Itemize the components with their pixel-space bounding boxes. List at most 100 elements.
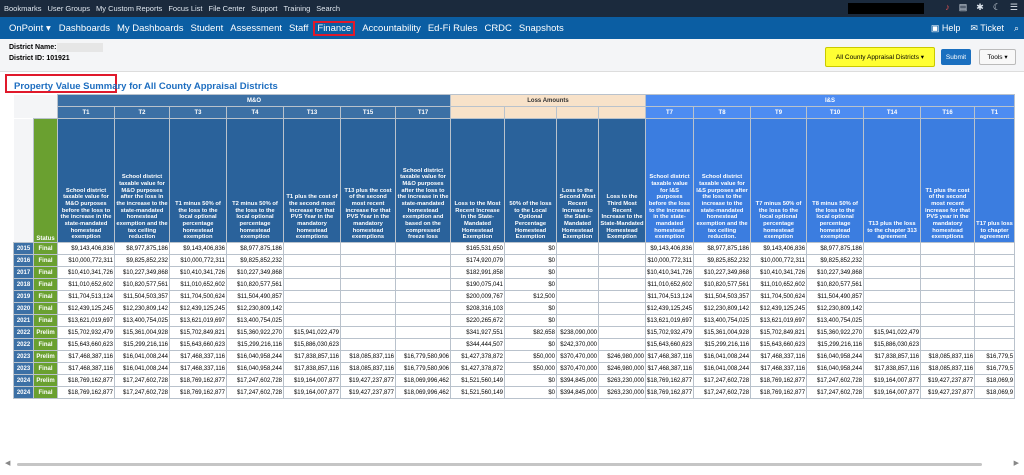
main-nav: OnPoint ▾ Dashboards My Dashboards Student… (0, 17, 1024, 39)
value-cell: $1,521,560,149 (450, 386, 505, 399)
value-cell: $0 (504, 254, 557, 267)
dropdown-label: All County Appraisal Districts (835, 53, 919, 61)
menu-icon[interactable]: ☰ (1010, 2, 1018, 13)
nav-item-accountability[interactable]: Accountability (362, 23, 421, 34)
value-cell: $0 (504, 302, 557, 315)
value-cell: $18,069,9 (974, 386, 1016, 399)
value-cell: $16,041,008,244 (114, 362, 170, 375)
utility-link[interactable]: Search (316, 4, 340, 13)
column-description: Loss to the Second Most Recent Increase … (556, 118, 599, 243)
value-cell: $15,941,022,479 (863, 326, 922, 339)
value-cell (340, 302, 396, 315)
column-code: T9 (750, 106, 808, 119)
group-is: I&S (644, 94, 1016, 107)
value-cell: $17,247,602,728 (226, 374, 284, 387)
brand-menu[interactable]: OnPoint ▾ (9, 23, 51, 34)
value-cell: $17,468,337,116 (169, 362, 227, 375)
value-cell: $19,427,237,877 (920, 374, 976, 387)
value-cell: $18,769,162,877 (644, 374, 695, 387)
scroll-thumb[interactable] (17, 463, 982, 466)
value-cell: $82,658 (504, 326, 557, 339)
nav-item-finance[interactable]: Finance (313, 20, 356, 36)
bell-icon[interactable]: ♪ (945, 2, 950, 13)
table-row: 2017 Final $10,410,341,726 $10,227,349,868 $… (13, 266, 1016, 279)
value-cell: $0 (504, 338, 557, 351)
value-cell: $18,769,162,877 (57, 386, 115, 399)
value-cell (395, 302, 451, 315)
submit-button[interactable]: Submit (941, 49, 971, 65)
nav-item-ed-fi-rules[interactable]: Ed-Fi Rules (428, 23, 478, 34)
year-cell: 2017 (13, 266, 34, 279)
gear-icon[interactable]: ✱ (976, 2, 984, 13)
search-icon[interactable]: ⌕ (1014, 23, 1019, 34)
value-cell: $11,704,513,124 (644, 290, 695, 303)
value-cell (556, 242, 599, 255)
year-cell: 2022 (13, 326, 34, 339)
value-cell: $8,977,875,186 (693, 242, 752, 255)
district-id: District ID: 101921 (9, 55, 70, 62)
value-cell (863, 254, 922, 267)
value-cell: $10,820,577,561 (806, 278, 865, 291)
value-cell: $11,010,652,602 (169, 278, 227, 291)
appraisal-district-dropdown[interactable]: All County Appraisal Districts ▾ (825, 47, 935, 67)
value-cell: $10,227,349,868 (806, 266, 865, 279)
moon-icon[interactable]: ☾ (993, 2, 1001, 13)
value-cell: $9,825,852,232 (114, 254, 170, 267)
value-cell: $18,069,996,462 (395, 386, 451, 399)
value-cell: $10,410,341,726 (644, 266, 695, 279)
value-cell (863, 242, 922, 255)
value-cell: $8,977,875,186 (806, 242, 865, 255)
utility-link[interactable]: My Custom Reports (96, 4, 162, 13)
utility-link[interactable]: User Groups (48, 4, 91, 13)
help-link[interactable]: ▣ Help (931, 23, 961, 34)
nav-item-my-dashboards[interactable]: My Dashboards (117, 23, 184, 34)
value-cell: $17,838,857,116 (283, 362, 341, 375)
status-cell: Prelim (33, 350, 58, 363)
scroll-left-icon[interactable]: ◀ (5, 459, 10, 467)
nav-item-staff[interactable]: Staff (289, 23, 308, 34)
column-description: T17 plus loss to chapter agreement (974, 118, 1016, 243)
utility-link[interactable]: Focus List (168, 4, 202, 13)
table-row: 2024 Final $18,769,162,877 $17,247,602,728 $… (13, 386, 1016, 399)
value-cell: $9,825,852,232 (226, 254, 284, 267)
value-cell (556, 278, 599, 291)
nav-item-dashboards[interactable]: Dashboards (59, 23, 110, 34)
value-cell (598, 290, 646, 303)
tools-button[interactable]: Tools ▾ (979, 49, 1016, 65)
nav-item-assessment[interactable]: Assessment (230, 23, 282, 34)
value-cell: $9,825,852,232 (693, 254, 752, 267)
value-cell (283, 278, 341, 291)
ticket-link[interactable]: ✉ Ticket (970, 23, 1004, 34)
value-cell: $263,230,000 (598, 386, 646, 399)
value-cell: $11,010,652,602 (57, 278, 115, 291)
utility-link[interactable]: File Center (209, 4, 246, 13)
print-icon[interactable]: ▤ (959, 2, 968, 13)
year-cell: 2024 (13, 374, 34, 387)
value-cell (920, 290, 976, 303)
nav-item-crdc[interactable]: CRDC (484, 23, 511, 34)
value-cell (920, 326, 976, 339)
horizontal-scrollbar[interactable]: ◀ ▶ (3, 459, 1021, 469)
value-cell (974, 266, 1016, 279)
value-cell: $13,400,754,025 (226, 314, 284, 327)
column-code (504, 106, 557, 119)
value-cell: $8,977,875,186 (226, 242, 284, 255)
value-cell: $11,504,503,357 (693, 290, 752, 303)
value-cell (598, 338, 646, 351)
value-cell: $12,439,125,245 (57, 302, 115, 315)
utility-link[interactable]: Support (251, 4, 277, 13)
corner (13, 106, 58, 119)
nav-item-student[interactable]: Student (191, 23, 224, 34)
column-code (598, 106, 646, 119)
utility-link[interactable]: Bookmarks (4, 4, 42, 13)
nav-item-snapshots[interactable]: Snapshots (519, 23, 564, 34)
value-cell (920, 338, 976, 351)
value-cell (395, 338, 451, 351)
value-cell: $15,702,849,821 (169, 326, 227, 339)
value-cell (395, 314, 451, 327)
utility-link[interactable]: Training (283, 4, 310, 13)
value-cell: $18,769,162,877 (750, 386, 808, 399)
scroll-right-icon[interactable]: ▶ (1014, 459, 1019, 467)
value-cell: $13,621,019,697 (57, 314, 115, 327)
table-row: 2023 Prelim $17,468,387,116 $16,041,008,244… (13, 350, 1016, 363)
